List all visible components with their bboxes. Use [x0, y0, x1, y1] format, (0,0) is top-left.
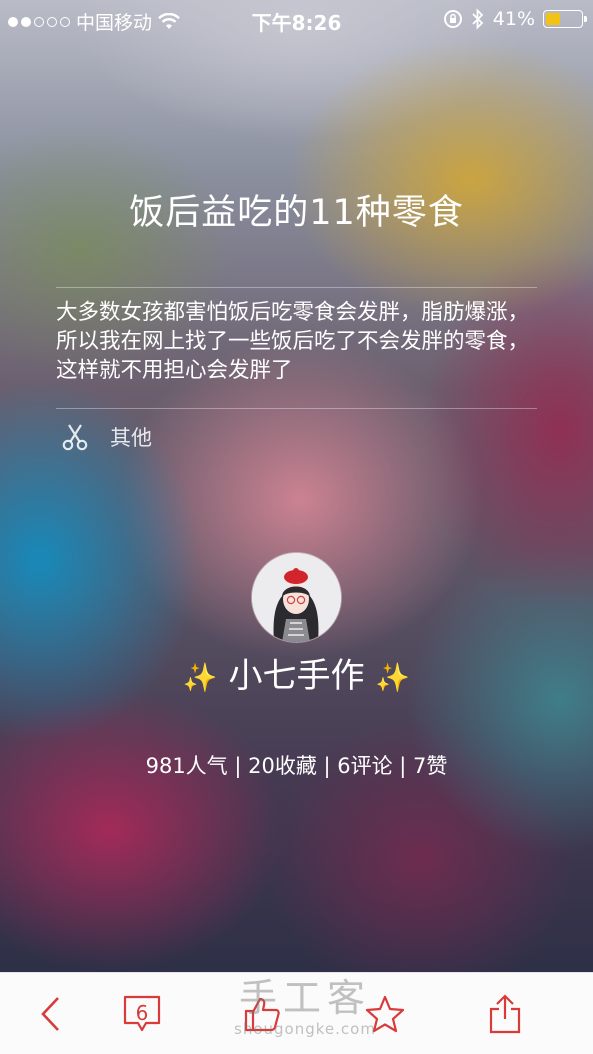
- author-name-row[interactable]: ✨ 小七手作 ✨: [0, 648, 593, 697]
- project-description: 大多数女孩都害怕饭后吃零食会发胖，脂肪爆涨，所以我在网上找了一些饭后吃了不会发胖…: [56, 300, 530, 383]
- sparkle-icon: ✨: [375, 661, 411, 694]
- star-icon: [365, 995, 405, 1032]
- battery-level: [546, 13, 560, 25]
- blurred-background: [0, 0, 593, 972]
- share-button[interactable]: [475, 973, 535, 1054]
- comments-button[interactable]: 6: [112, 973, 172, 1054]
- battery-icon: [543, 10, 587, 28]
- category-label: 其他: [110, 426, 152, 450]
- bluetooth-icon: [472, 8, 484, 30]
- avatar-illustration: [252, 553, 341, 642]
- thumbs-up-icon: [244, 997, 280, 1031]
- category-row[interactable]: 其他: [62, 422, 152, 452]
- comment-count: 6: [135, 1000, 149, 1025]
- divider: [56, 287, 537, 288]
- favorite-button[interactable]: [355, 973, 415, 1054]
- project-stats: 981人气 | 20收藏 | 6评论 | 7赞: [145, 754, 448, 778]
- chevron-left-icon: [41, 996, 59, 1031]
- scissors-icon: [62, 424, 88, 451]
- bottom-toolbar: 6: [0, 972, 593, 1054]
- share-icon: [489, 993, 521, 1033]
- author-name: 小七手作: [228, 656, 365, 696]
- sparkle-icon: ✨: [182, 661, 218, 694]
- like-button[interactable]: [232, 973, 292, 1054]
- back-button[interactable]: [20, 973, 80, 1054]
- status-right: 41%: [443, 8, 587, 30]
- status-bar: 中国移动 下午8:26 41%: [0, 0, 593, 40]
- battery-percent: 41%: [492, 8, 535, 30]
- divider: [56, 408, 537, 409]
- rotation-lock-icon: [443, 10, 462, 28]
- project-title: 饭后益吃的11种零食: [129, 193, 464, 233]
- author-avatar[interactable]: [252, 553, 341, 642]
